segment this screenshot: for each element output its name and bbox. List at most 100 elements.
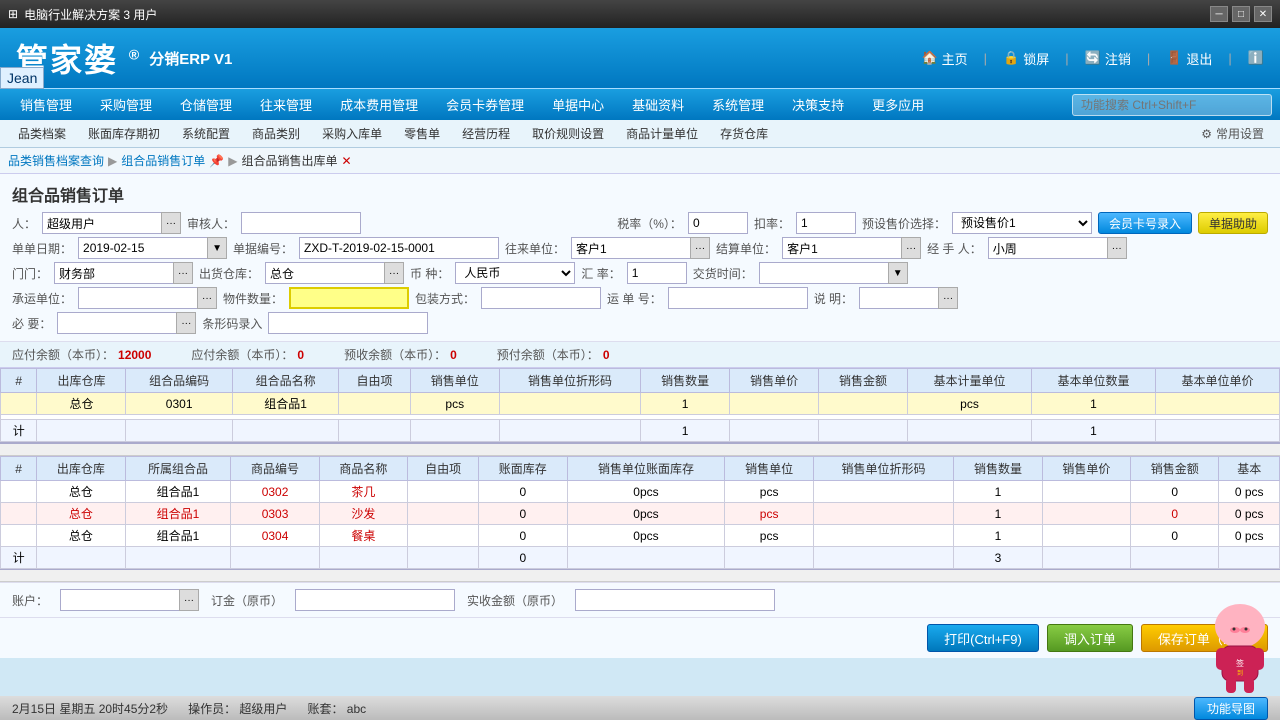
dest-dots-button[interactable]: ··· [690,237,710,259]
date-picker-button[interactable]: ▼ [207,237,227,259]
dept-dots-button[interactable]: ··· [173,262,193,284]
lower-scrollbar[interactable] [0,570,1280,582]
required-dots-button[interactable]: ··· [176,312,196,334]
dest-input[interactable] [571,237,691,259]
upper-scrollbar[interactable] [0,444,1280,456]
handler-dots-button[interactable]: ··· [1107,237,1127,259]
account-dots-button[interactable]: ··· [179,589,199,611]
nav-decision[interactable]: 决策支持 [780,91,856,118]
gear-icon: ⚙ [1201,127,1212,141]
delivery-input[interactable] [759,262,889,284]
function-map-button[interactable]: 功能导图 [1194,697,1268,720]
order-input[interactable] [295,589,455,611]
note-dots-button[interactable]: ··· [938,287,958,309]
dest-label: 往来单位： [505,240,565,257]
print-button[interactable]: 打印(Ctrl+F9) [927,624,1039,652]
settle-dots-button[interactable]: ··· [901,237,921,259]
titlebar-controls[interactable]: ─ □ ✕ [1210,6,1272,22]
person-dots-button[interactable]: ··· [161,212,181,234]
nav-documents[interactable]: 单据中心 [540,91,616,118]
handler-input[interactable] [988,237,1108,259]
nav-system[interactable]: 系统管理 [700,91,776,118]
handler-label: 经 手 人： [927,240,982,257]
function-search-input[interactable] [1072,94,1272,116]
received-input[interactable] [575,589,775,611]
warehouse-input[interactable] [265,262,385,284]
lcol-warehouse: 出库仓库 [37,457,125,481]
quantity-input[interactable] [289,287,409,309]
exchange-input[interactable] [627,262,687,284]
logobar: 管家婆 ® 分销ERP V1 🏠 主页 | 🔒 锁屏 | 🔄 注销 | 🚪 退出… [0,28,1280,88]
account-value-status: abc [347,702,366,716]
person-input[interactable] [42,212,162,234]
breadcrumb-close-icon[interactable]: ✕ [341,154,351,168]
help-button[interactable]: 单据助助 [1198,212,1268,234]
subnav-balance-init[interactable]: 账面库存期初 [78,123,170,144]
nav-sales[interactable]: 销售管理 [8,91,84,118]
note-input[interactable] [859,287,939,309]
subnav-retail[interactable]: 零售单 [394,123,450,144]
page-header: 组合品销售订单 人： ··· 审核人： 税率（%）： 扣率： 预设售价选择： 预… [0,174,1280,342]
table-row[interactable]: 总仓 组合品1 0304 餐桌 0 0pcs pcs 1 0 0 pcs [1,525,1280,547]
currency-select[interactable]: 人民币 [455,262,575,284]
nav-warehouse[interactable]: 仓储管理 [168,91,244,118]
nav-members[interactable]: 会员卡券管理 [434,91,536,118]
nav-purchase[interactable]: 采购管理 [88,91,164,118]
breadcrumb-item-1[interactable]: 品类销售档案查询 [8,152,104,169]
subnav-history[interactable]: 经营历程 [452,123,520,144]
subnav-pricing[interactable]: 取价规则设置 [522,123,614,144]
subnav-inventory[interactable]: 存货仓库 [710,123,778,144]
card-input-button[interactable]: 会员卡号录入 [1098,212,1192,234]
subnav-category-archive[interactable]: 品类档案 [8,123,76,144]
exit-icon[interactable]: 🚪 退出 [1166,49,1212,68]
home-icon[interactable]: 🏠 主页 [921,49,967,68]
info-icon[interactable]: ℹ️ [1248,50,1264,66]
barcode-input[interactable] [268,312,428,334]
minimize-button[interactable]: ─ [1210,6,1228,22]
required-input[interactable] [57,312,177,334]
subnav-purchase-receipt[interactable]: 采购入库单 [312,123,392,144]
settings-button[interactable]: ⚙ 常用设置 [1193,123,1272,144]
dept-input[interactable] [54,262,174,284]
reviewer-input[interactable] [241,212,361,234]
nav-costs[interactable]: 成本费用管理 [328,91,430,118]
shipping-label: 承运单位： [12,290,72,307]
table-row[interactable]: 总仓 0301 组合品1 pcs 1 pcs 1 [1,393,1280,415]
table-row[interactable]: 总仓 组合品1 0302 茶几 0 0pcs pcs 1 0 0 pcs [1,481,1280,503]
tracking-input[interactable] [668,287,808,309]
subnav-category[interactable]: 商品类别 [242,123,310,144]
lcol-barcode: 销售单位折形码 [813,457,954,481]
discount-input[interactable] [796,212,856,234]
import-button[interactable]: 调入订单 [1047,624,1133,652]
date-input[interactable] [78,237,208,259]
lower-table-wrapper: # 出库仓库 所属组合品 商品编号 商品名称 自由项 账面库存 销售单位账面库存… [0,456,1280,570]
delivery-label: 交货时间： [693,265,753,282]
settle-input[interactable] [782,237,902,259]
nav-resources[interactable]: 基础资料 [620,91,696,118]
packaging-input[interactable] [481,287,601,309]
tax-input[interactable] [688,212,748,234]
subnav-units[interactable]: 商品计量单位 [616,123,708,144]
order-label: 订金（原币） [211,592,283,609]
subnav-config[interactable]: 系统配置 [172,123,240,144]
warehouse-dots-button[interactable]: ··· [384,262,404,284]
shipping-input[interactable] [78,287,198,309]
titlebar-icon: ⊞ [8,7,18,21]
preset-select[interactable]: 预设售价1 [952,212,1092,234]
docnum-input[interactable] [299,237,499,259]
nav-relations[interactable]: 往来管理 [248,91,324,118]
shipping-dots-button[interactable]: ··· [197,287,217,309]
maximize-button[interactable]: □ [1232,6,1250,22]
logout-icon[interactable]: 🔄 注销 [1085,49,1131,68]
tax-label: 税率（%）： [617,215,682,232]
table-row[interactable]: 总仓 组合品1 0303 沙发 0 0pcs pcs 1 0 0 pcs [1,503,1280,525]
close-button[interactable]: ✕ [1254,6,1272,22]
breadcrumb-item-2[interactable]: 组合品销售订单 [121,152,205,169]
lock-icon[interactable]: 🔒 锁屏 [1003,49,1049,68]
account-input[interactable] [60,589,180,611]
lcol-amount: 销售金额 [1131,457,1219,481]
statusbar-right[interactable]: 功能导图 [1194,697,1268,720]
breadcrumb-pin-icon[interactable]: 📌 [209,154,224,168]
delivery-picker-button[interactable]: ▼ [888,262,908,284]
nav-more[interactable]: 更多应用 [860,91,936,118]
